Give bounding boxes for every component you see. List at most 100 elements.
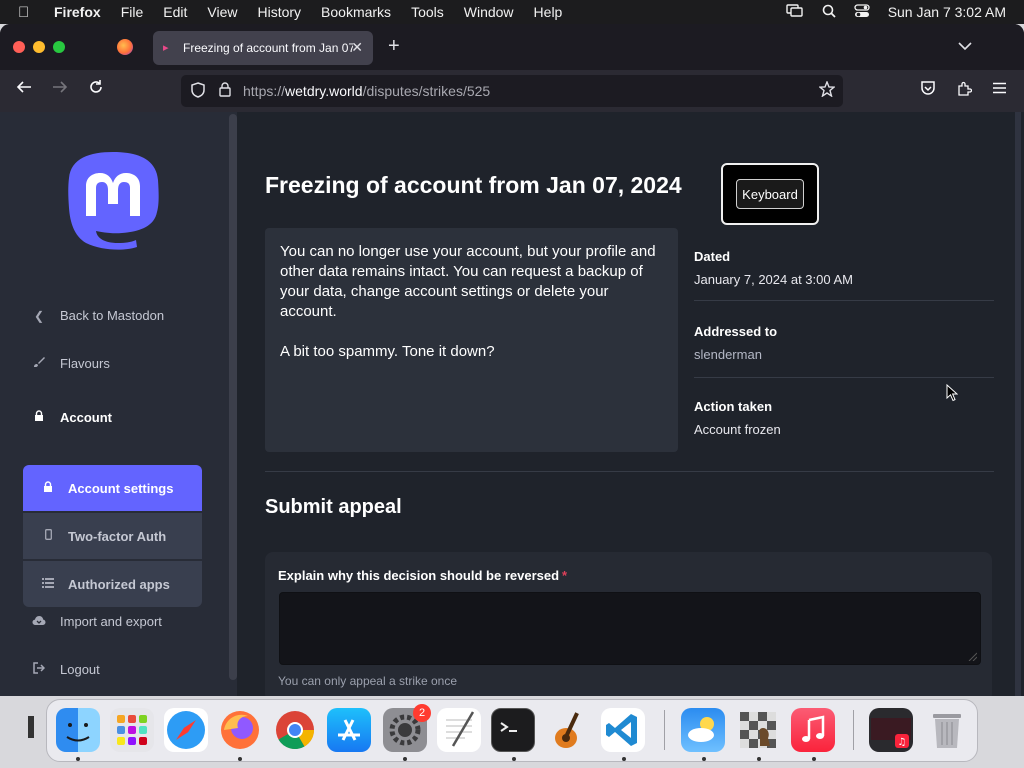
menubar-clock[interactable]: Sun Jan 7 3:02 AM xyxy=(888,4,1006,20)
sidebar-item-label: Back to Mastodon xyxy=(60,308,165,323)
list-all-tabs-icon[interactable] xyxy=(958,38,972,54)
running-indicator xyxy=(812,757,816,761)
action-value: Account frozen xyxy=(694,422,781,437)
page-title: Freezing of account from Jan 07, 2024 xyxy=(265,172,682,198)
url-text: https://wetdry.world/disputes/strikes/52… xyxy=(243,83,491,99)
new-tab-icon[interactable]: + xyxy=(388,35,400,58)
sidebar-item-label: Two-factor Auth xyxy=(68,528,167,544)
sidebar-item-two-factor-auth[interactable]: Two-factor Auth xyxy=(23,513,202,559)
firefox-view-icon[interactable] xyxy=(117,39,133,55)
music-window-icon[interactable]: ♫ xyxy=(869,708,913,752)
appeal-textarea[interactable] xyxy=(279,592,981,665)
appeal-field-label: Explain why this decision should be reve… xyxy=(278,568,568,583)
tab-active[interactable]: ▸ Freezing of account from Jan 07, 2024 … xyxy=(153,31,373,65)
submit-appeal-heading: Submit appeal xyxy=(265,496,402,518)
chevron-left-icon: ❮ xyxy=(33,308,45,323)
chess-icon[interactable] xyxy=(736,708,780,752)
zoom-window-button[interactable] xyxy=(53,41,65,53)
keyboard-button[interactable]: Keyboard xyxy=(736,179,804,209)
keyboard-overlay: Keyboard xyxy=(721,163,819,225)
menu-tools[interactable]: Tools xyxy=(411,4,444,20)
notification-badge: 2 xyxy=(413,704,431,722)
forward-arrow-icon[interactable] xyxy=(52,79,68,100)
minimize-window-button[interactable] xyxy=(33,41,45,53)
sidebar-item-label: Account xyxy=(60,410,112,425)
lock-icon xyxy=(32,410,46,425)
strike-detail-main: Freezing of account from Jan 07, 2024 Ke… xyxy=(237,112,1024,696)
firefox-window: ▸ Freezing of account from Jan 07, 2024 … xyxy=(0,24,1024,696)
apple-menu-icon[interactable]:  xyxy=(18,4,36,21)
weather-icon[interactable] xyxy=(681,708,725,752)
system-settings-icon[interactable]: 2 xyxy=(383,704,431,752)
back-arrow-icon[interactable] xyxy=(16,79,32,100)
menu-view[interactable]: View xyxy=(207,4,237,20)
sidebar-item-label: Authorized apps xyxy=(68,576,170,592)
meta-addressed-to: Addressed to slenderman xyxy=(694,324,994,362)
firefox-icon[interactable] xyxy=(218,708,262,752)
tracking-protection-shield-icon[interactable] xyxy=(191,81,205,101)
menu-edit[interactable]: Edit xyxy=(163,4,187,20)
strike-explanation-box: You can no longer use your account, but … xyxy=(265,228,678,452)
menu-file[interactable]: File xyxy=(121,4,144,20)
textedit-icon[interactable] xyxy=(437,708,481,752)
strike-reason: A bit too spammy. Tone it down? xyxy=(280,343,495,360)
addressed-username-link[interactable]: slenderman xyxy=(694,347,994,362)
paintbrush-icon xyxy=(32,356,46,371)
menu-history[interactable]: History xyxy=(257,4,301,20)
spotlight-search-icon[interactable] xyxy=(822,4,836,21)
section-divider xyxy=(265,471,994,472)
sidebar-item-import-export[interactable]: Import and export xyxy=(32,614,162,629)
addressed-label: Addressed to xyxy=(694,324,778,339)
running-indicator xyxy=(76,757,80,761)
mastodon-logo-icon[interactable] xyxy=(66,150,160,250)
sidebar-item-account-settings[interactable]: Account settings xyxy=(23,465,202,511)
running-indicator xyxy=(403,757,407,761)
launchpad-icon[interactable] xyxy=(110,708,154,752)
running-indicator xyxy=(702,757,706,761)
menu-window[interactable]: Window xyxy=(464,4,514,20)
meta-dated: Dated January 7, 2024 at 3:00 AM xyxy=(694,249,994,287)
lock-icon[interactable] xyxy=(219,82,231,100)
resize-handle-icon[interactable] xyxy=(967,651,977,661)
window-controls xyxy=(13,41,65,53)
finder-icon[interactable] xyxy=(56,708,100,752)
bookmark-star-icon[interactable] xyxy=(818,80,836,102)
vscode-icon[interactable] xyxy=(601,708,645,752)
sidebar-item-authorized-apps[interactable]: Authorized apps xyxy=(23,561,202,607)
screen-mirroring-icon[interactable] xyxy=(785,3,804,21)
app-store-icon[interactable] xyxy=(327,708,371,752)
control-center-icon[interactable] xyxy=(854,3,870,21)
sidebar-item-back-to-mastodon[interactable]: ❮ Back to Mastodon xyxy=(32,308,164,323)
extensions-puzzle-icon[interactable] xyxy=(956,81,973,101)
safari-icon[interactable] xyxy=(164,708,208,752)
macos-menu-bar:  Firefox File Edit View History Bookmar… xyxy=(0,0,1024,24)
sidebar-item-label: Account settings xyxy=(68,480,174,496)
macos-dock: 2 ♫ xyxy=(46,699,978,762)
sidebar-item-flavours[interactable]: Flavours xyxy=(32,356,110,371)
dated-value: January 7, 2024 at 3:00 AM xyxy=(694,272,853,287)
sidebar-scrollbar[interactable] xyxy=(229,114,237,680)
close-tab-icon[interactable]: ✕ xyxy=(351,39,363,56)
running-indicator xyxy=(622,757,626,761)
pocket-icon[interactable] xyxy=(920,81,936,100)
close-window-button[interactable] xyxy=(13,41,25,53)
reload-icon[interactable] xyxy=(88,79,104,100)
trash-icon[interactable] xyxy=(925,708,969,752)
url-bar[interactable]: https://wetdry.world/disputes/strikes/52… xyxy=(181,75,843,107)
menu-help[interactable]: Help xyxy=(534,4,563,20)
tab-bar: ▸ Freezing of account from Jan 07, 2024 … xyxy=(0,24,1024,70)
chrome-icon[interactable] xyxy=(273,708,317,752)
terminal-icon[interactable] xyxy=(491,708,535,752)
menu-app-firefox[interactable]: Firefox xyxy=(54,4,101,20)
dock-separator xyxy=(664,710,665,750)
music-icon[interactable] xyxy=(791,708,835,752)
menu-bookmarks[interactable]: Bookmarks xyxy=(321,4,391,20)
hamburger-menu-icon[interactable] xyxy=(992,81,1007,98)
main-scrollbar[interactable] xyxy=(1015,112,1021,696)
svg-text:♫: ♫ xyxy=(898,737,907,748)
garageband-icon[interactable] xyxy=(546,708,590,752)
url-domain: wetdry.world xyxy=(285,83,363,99)
sidebar-item-account[interactable]: Account xyxy=(32,410,112,425)
running-indicator xyxy=(238,757,242,761)
sidebar-item-logout[interactable]: Logout xyxy=(32,662,100,677)
